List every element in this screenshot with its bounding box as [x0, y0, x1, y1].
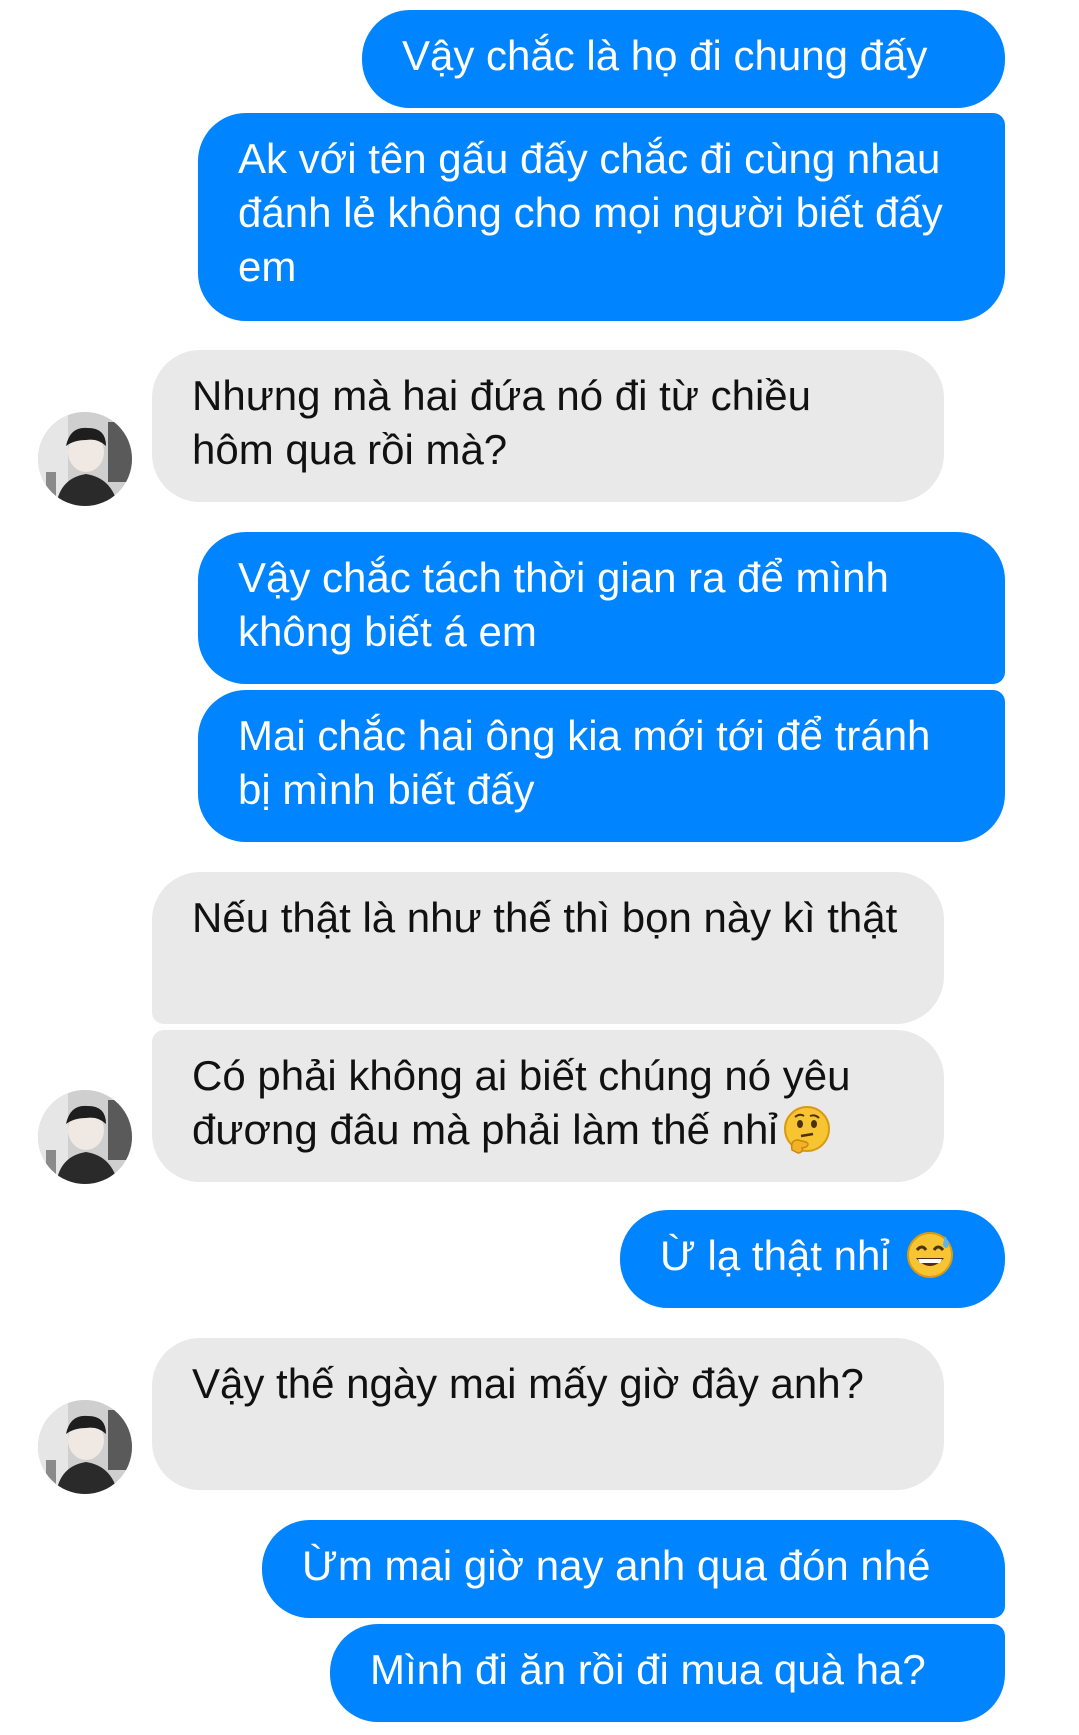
thinking-face-emoji — [782, 1104, 832, 1154]
message-text: Vậy chắc là họ đi chung đấy — [402, 32, 928, 79]
message-text: Có phải không ai biết chúng nó yêu đương… — [192, 1052, 851, 1153]
message-bubble-outgoing[interactable]: Vậy chắc tách thời gian ra để mình không… — [198, 532, 1005, 684]
message-bubble-outgoing[interactable]: Mình đi ăn rồi đi mua quà ha? — [330, 1624, 1005, 1722]
message-bubble-outgoing[interactable]: Ừ lạ thật nhỉ — [620, 1210, 1005, 1308]
contact-avatar[interactable] — [38, 412, 132, 506]
message-text: Mai chắc hai ông kia mới tới để tránh bị… — [238, 712, 931, 813]
message-bubble-incoming[interactable]: Vậy thế ngày mai mấy giờ đây anh? — [152, 1338, 944, 1490]
message-text: Vậy chắc tách thời gian ra để mình không… — [238, 554, 889, 655]
message-text: Ừm mai giờ nay anh qua đón nhé — [302, 1542, 931, 1589]
contact-avatar[interactable] — [38, 1400, 132, 1494]
message-bubble-incoming[interactable]: Nếu thật là như thế thì bọn này kì thật — [152, 872, 944, 1024]
contact-avatar[interactable] — [38, 1090, 132, 1184]
message-bubble-incoming[interactable]: Nhưng mà hai đứa nó đi từ chiều hôm qua … — [152, 350, 944, 502]
message-bubble-outgoing[interactable]: Vậy chắc là họ đi chung đấy — [362, 10, 1005, 108]
grinning-sweat-emoji — [905, 1230, 955, 1280]
message-text: Ak với tên gấu đấy chắc đi cùng nhau đán… — [238, 135, 943, 290]
message-bubble-outgoing[interactable]: Ak với tên gấu đấy chắc đi cùng nhau đán… — [198, 113, 1005, 321]
message-text: Nhưng mà hai đứa nó đi từ chiều hôm qua … — [192, 372, 812, 473]
message-bubble-incoming[interactable]: Có phải không ai biết chúng nó yêu đương… — [152, 1030, 944, 1182]
message-text: Mình đi ăn rồi đi mua quà ha? — [370, 1646, 926, 1693]
message-bubble-outgoing[interactable]: Mai chắc hai ông kia mới tới để tránh bị… — [198, 690, 1005, 842]
message-bubble-outgoing[interactable]: Ừm mai giờ nay anh qua đón nhé — [262, 1520, 1005, 1618]
message-text: Nếu thật là như thế thì bọn này kì thật — [192, 894, 898, 941]
message-text: Vậy thế ngày mai mấy giờ đây anh? — [192, 1360, 864, 1407]
message-text: Ừ lạ thật nhỉ — [660, 1232, 902, 1279]
